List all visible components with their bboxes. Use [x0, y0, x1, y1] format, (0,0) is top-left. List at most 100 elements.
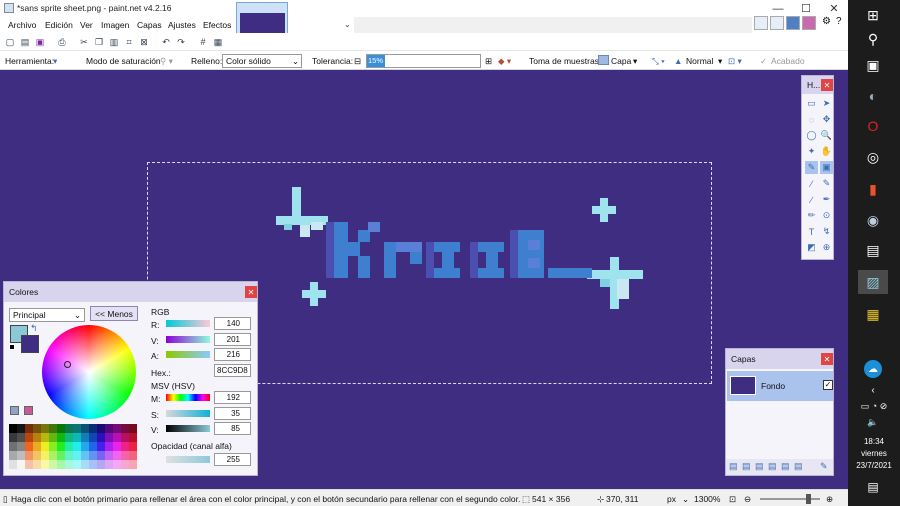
finish-button[interactable]: Acabado [771, 56, 805, 66]
palette-swatch[interactable] [89, 460, 97, 469]
menu-archivo[interactable]: Archivo [8, 20, 36, 30]
menu-capas[interactable]: Capas [137, 20, 162, 30]
palette-swatch[interactable] [129, 433, 137, 442]
palette-swatch[interactable] [105, 442, 113, 451]
palette-swatch[interactable] [129, 424, 137, 433]
antialias-icon[interactable]: ◆ ▾ [498, 56, 511, 67]
tool-button-icon[interactable]: ✋ [820, 145, 833, 158]
palette-swatch[interactable] [97, 424, 105, 433]
palette-swatch[interactable] [17, 424, 25, 433]
move-up-icon[interactable]: ▤ [781, 461, 790, 472]
history-toggle-icon[interactable] [770, 16, 784, 30]
palette-swatch[interactable] [97, 460, 105, 469]
delete-layer-icon[interactable]: ▤ [742, 461, 751, 472]
palette-swatch[interactable] [49, 460, 57, 469]
palette-swatch[interactable] [17, 451, 25, 460]
tool-button-icon[interactable]: ∕ [805, 193, 818, 206]
color-palette[interactable] [9, 424, 139, 470]
palette-swatch[interactable] [81, 424, 89, 433]
menu-imagen[interactable]: Imagen [101, 20, 129, 30]
add-layer-icon[interactable]: ▤ [729, 461, 738, 472]
menu-edicion[interactable]: Edición [45, 20, 73, 30]
tool-button-icon[interactable]: ◌ [805, 113, 818, 126]
palette-swatch[interactable] [105, 460, 113, 469]
palette-swatch[interactable] [41, 451, 49, 460]
layer-visibility-checkbox[interactable]: ✓ [823, 380, 833, 390]
green-input[interactable]: 201 [214, 333, 251, 346]
zoom-slider[interactable] [760, 498, 820, 500]
tool-button-icon[interactable]: T [805, 225, 818, 238]
palette-swatch[interactable] [49, 451, 57, 460]
saturation-input[interactable]: 35 [214, 407, 251, 420]
tool-button-icon[interactable]: ➤ [820, 97, 833, 110]
red-slider[interactable] [166, 320, 210, 327]
duplicate-layer-icon[interactable]: ▤ [755, 461, 764, 472]
hue-input[interactable]: 192 [214, 391, 251, 404]
blue-input[interactable]: 216 [214, 348, 251, 361]
app-icon[interactable]: ◎ [862, 148, 884, 166]
palette-swatch[interactable] [65, 442, 73, 451]
task-view-icon[interactable]: ▣ [862, 56, 884, 74]
open-icon[interactable]: ▤ [19, 36, 31, 48]
notifications-icon[interactable]: ▤ [862, 478, 884, 496]
grid-icon[interactable]: # [197, 36, 209, 48]
palette-swatch[interactable] [113, 460, 121, 469]
palette-options-icon[interactable] [24, 406, 33, 415]
palette-menu-icon[interactable] [10, 406, 19, 415]
deselect-icon[interactable]: ⊠ [138, 36, 150, 48]
palette-swatch[interactable] [105, 451, 113, 460]
layer-properties-icon[interactable]: ✎ [820, 461, 828, 472]
palette-swatch[interactable] [17, 460, 25, 469]
palette-swatch[interactable] [129, 442, 137, 451]
tool-button-icon[interactable]: ⊙ [820, 209, 833, 222]
opacity-slider[interactable] [166, 456, 210, 463]
palette-swatch[interactable] [9, 424, 17, 433]
palette-swatch[interactable] [17, 433, 25, 442]
less-button[interactable]: << Menos [90, 306, 138, 321]
palette-swatch[interactable] [33, 424, 41, 433]
palette-swatch[interactable] [65, 460, 73, 469]
palette-swatch[interactable] [73, 433, 81, 442]
chevron-down-icon[interactable]: ▾ [718, 56, 722, 67]
maximize-button[interactable]: ☐ [792, 0, 820, 17]
palette-swatch[interactable] [57, 424, 65, 433]
menu-ver[interactable]: Ver [80, 20, 93, 30]
palette-swatch[interactable] [89, 442, 97, 451]
hex-input[interactable]: 8CC9D8 [214, 364, 251, 377]
zoom-slider-thumb[interactable] [806, 494, 811, 504]
windows-start-icon[interactable]: ⊞ [862, 6, 884, 24]
palette-swatch[interactable] [49, 442, 57, 451]
color-wheel-cursor[interactable] [64, 361, 71, 368]
office-icon[interactable]: ▮ [862, 180, 884, 198]
tool-button-icon[interactable]: ↯ [820, 225, 833, 238]
palette-swatch[interactable] [49, 424, 57, 433]
saturation-slider[interactable] [166, 410, 210, 417]
ruler-icon[interactable]: ▦ [212, 36, 224, 48]
zoom-fit-icon[interactable]: ⊡ [729, 494, 736, 505]
palette-swatch[interactable] [9, 451, 17, 460]
redo-icon[interactable]: ↷ [175, 36, 187, 48]
undo-icon[interactable]: ↶ [160, 36, 172, 48]
tool-button-icon[interactable]: ✦ [805, 145, 818, 158]
help-icon[interactable]: ? [836, 16, 842, 27]
palette-swatch[interactable] [113, 433, 121, 442]
palette-swatch[interactable] [97, 433, 105, 442]
palette-swatch[interactable] [41, 460, 49, 469]
paste-icon[interactable]: ▥ [108, 36, 120, 48]
palette-select[interactable]: Principal ⌄ [9, 308, 85, 322]
tool-button-icon[interactable]: ▭ [805, 97, 818, 110]
palette-swatch[interactable] [73, 424, 81, 433]
minimize-button[interactable]: — [764, 0, 792, 17]
copy-icon[interactable]: ❐ [93, 36, 105, 48]
palette-swatch[interactable] [113, 442, 121, 451]
palette-swatch[interactable] [113, 424, 121, 433]
zoom-value[interactable]: 1300% [694, 494, 720, 504]
value-input[interactable]: 85 [214, 422, 251, 435]
close-icon[interactable]: ✕ [821, 353, 833, 365]
palette-swatch[interactable] [97, 442, 105, 451]
tool-button-icon[interactable]: ◯ [805, 129, 818, 142]
red-input[interactable]: 140 [214, 317, 251, 330]
palette-swatch[interactable] [65, 451, 73, 460]
crop-icon[interactable]: ⌗ [123, 36, 135, 48]
store-icon[interactable]: ▤ [862, 241, 884, 259]
